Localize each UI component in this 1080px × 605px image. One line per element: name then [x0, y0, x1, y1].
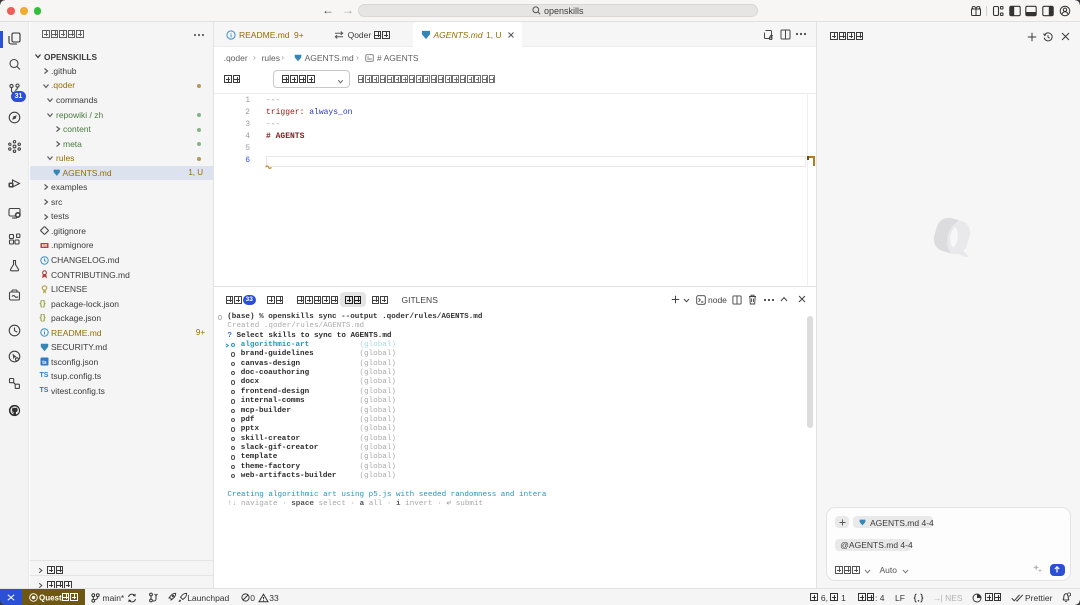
svg-text:ts: ts [42, 360, 47, 366]
